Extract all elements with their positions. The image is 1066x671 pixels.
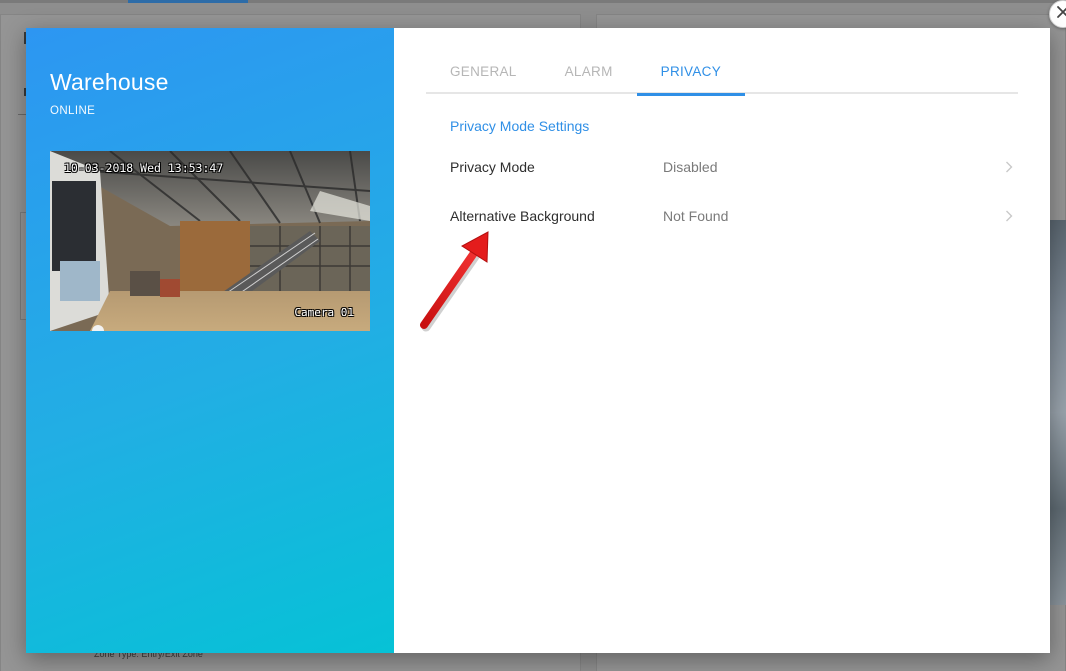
alternative-background-label: Alternative Background (450, 208, 595, 224)
snapshot-timestamp: 10-03-2018 Wed 13:53:47 (64, 161, 224, 175)
settings-tabs: GENERAL ALARM PRIVACY (426, 48, 1018, 96)
tab-alarm[interactable]: ALARM (541, 48, 637, 94)
snapshot-camera-label: Camera 01 (294, 306, 354, 319)
privacy-mode-row[interactable]: Privacy Mode Disabled (450, 152, 1014, 182)
alternative-background-value: Not Found (663, 208, 729, 224)
camera-settings-dialog: Warehouse ONLINE 10-03-2018 Wed 13:53:47… (26, 28, 1050, 653)
alternative-background-row[interactable]: Alternative Background Not Found (450, 201, 1014, 231)
camera-status: ONLINE (50, 105, 96, 117)
tab-general[interactable]: GENERAL (426, 48, 541, 94)
close-icon (1056, 5, 1066, 24)
annotation-arrow-icon (412, 226, 502, 341)
privacy-section-title: Privacy Mode Settings (450, 118, 590, 134)
background-top-bar-accent (128, 0, 248, 3)
camera-name: Warehouse (50, 69, 169, 95)
privacy-mode-label: Privacy Mode (450, 159, 535, 175)
tab-privacy[interactable]: PRIVACY (636, 48, 746, 96)
chevron-right-icon (1004, 160, 1014, 174)
background-thumbnail (1050, 220, 1066, 605)
snapshot-image (50, 151, 370, 331)
privacy-mode-value: Disabled (663, 159, 718, 175)
chevron-right-icon (1004, 209, 1014, 223)
camera-snapshot[interactable]: 10-03-2018 Wed 13:53:47 Camera 01 (50, 151, 370, 331)
camera-info-panel: Warehouse ONLINE 10-03-2018 Wed 13:53:47… (26, 28, 394, 653)
